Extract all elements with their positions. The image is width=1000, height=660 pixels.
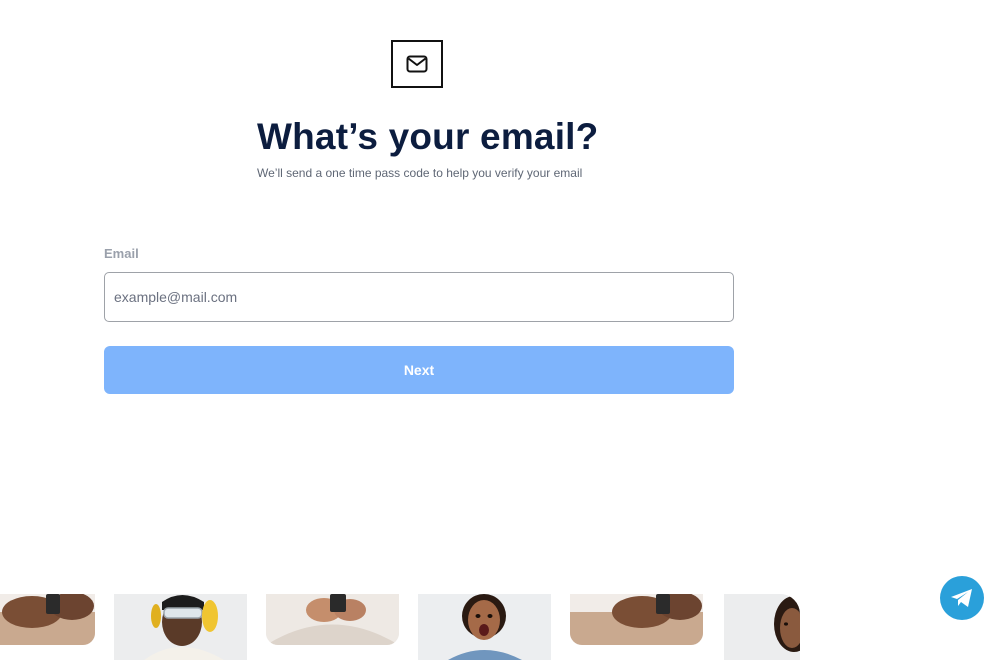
next-button[interactable]: Next [104, 346, 734, 394]
mail-icon [406, 55, 428, 73]
email-label: Email [104, 246, 139, 261]
page-subtitle: We’ll send a one time pass code to help … [257, 166, 583, 180]
telegram-icon [951, 589, 972, 607]
telegram-button[interactable] [940, 576, 984, 620]
carousel-photo-6 [724, 594, 800, 660]
carousel-photo-3 [266, 594, 399, 645]
carousel-photo-4 [418, 594, 551, 660]
email-input[interactable] [104, 272, 734, 322]
photo-carousel [0, 594, 800, 660]
carousel-photo-5 [570, 594, 703, 645]
mail-icon-box [391, 40, 443, 88]
page-title: What’s your email? [257, 116, 599, 157]
carousel-photo-1 [0, 594, 95, 645]
carousel-photo-2 [114, 594, 247, 660]
